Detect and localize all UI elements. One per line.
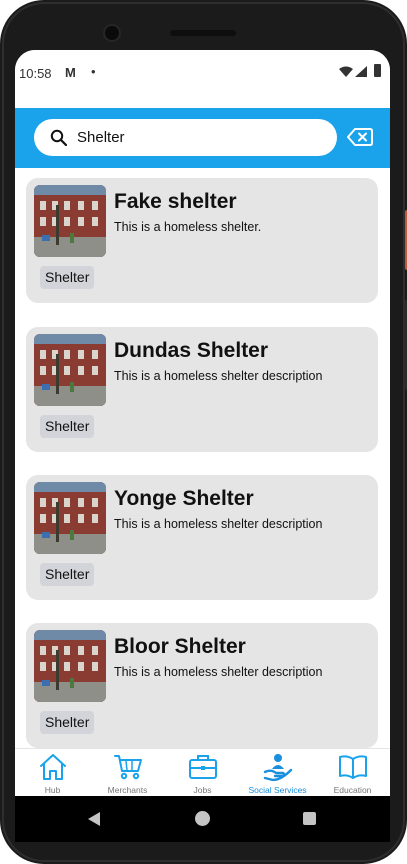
briefcase-icon xyxy=(188,755,217,779)
signal-icon xyxy=(355,66,367,77)
cart-icon xyxy=(113,755,142,780)
category-tag[interactable]: Shelter xyxy=(40,563,95,586)
category-tag[interactable]: Shelter xyxy=(40,711,95,734)
results-list: Fake shelter This is a homeless shelter.… xyxy=(15,168,390,748)
book-icon xyxy=(338,755,367,779)
result-description: This is a homeless shelter description xyxy=(114,665,323,679)
nav-tab-jobs[interactable]: Jobs xyxy=(165,749,240,796)
system-navigation-bar xyxy=(15,796,390,842)
nav-label: Hub xyxy=(44,785,61,795)
result-description: This is a homeless shelter. xyxy=(114,220,262,234)
nav-tab-education[interactable]: Education xyxy=(315,749,390,796)
result-title: Dundas Shelter xyxy=(114,339,269,362)
home-button[interactable] xyxy=(195,811,210,826)
clear-search-icon[interactable] xyxy=(347,127,373,147)
search-bar: Shelter xyxy=(15,108,390,168)
shelter-thumbnail xyxy=(34,334,106,406)
nav-label: Education xyxy=(333,785,372,795)
shelter-thumbnail xyxy=(34,630,106,702)
search-input[interactable]: Shelter xyxy=(34,119,337,156)
search-icon xyxy=(50,129,67,146)
social-services-icon xyxy=(263,754,292,781)
bottom-navigation: Hub Merchants Jobs Social Services Educa… xyxy=(15,748,390,796)
nav-tab-social-services[interactable]: Social Services xyxy=(240,749,315,796)
back-icon[interactable] xyxy=(87,811,101,827)
nav-tab-merchants[interactable]: Merchants xyxy=(90,749,165,796)
category-tag[interactable]: Shelter xyxy=(40,266,95,289)
recents-button[interactable] xyxy=(303,812,316,825)
result-title: Fake shelter xyxy=(114,190,237,213)
shelter-thumbnail xyxy=(34,185,106,257)
nav-tab-hub[interactable]: Hub xyxy=(15,749,90,796)
result-description: This is a homeless shelter description xyxy=(114,369,323,383)
home-icon xyxy=(39,754,66,780)
result-card[interactable]: Yonge Shelter This is a homeless shelter… xyxy=(26,475,378,600)
status-bar: 10:58 M • xyxy=(15,50,390,108)
shelter-thumbnail xyxy=(34,482,106,554)
wifi-icon xyxy=(339,66,353,77)
earpiece-speaker xyxy=(170,30,236,36)
app-screen: 10:58 M • Shelter Fake shelter This is a… xyxy=(15,50,390,796)
result-card[interactable]: Fake shelter This is a homeless shelter.… xyxy=(26,178,378,303)
result-title: Yonge Shelter xyxy=(114,487,254,510)
notification-dot: • xyxy=(91,64,96,79)
result-card[interactable]: Dundas Shelter This is a homeless shelte… xyxy=(26,327,378,452)
result-title: Bloor Shelter xyxy=(114,635,246,658)
status-time: 10:58 xyxy=(19,66,52,81)
battery-icon xyxy=(374,64,381,77)
category-tag[interactable]: Shelter xyxy=(40,415,95,438)
nav-label: Social Services xyxy=(248,785,307,795)
result-description: This is a homeless shelter description xyxy=(114,517,323,531)
gmail-notification-icon: M xyxy=(65,65,76,80)
result-card[interactable]: Bloor Shelter This is a homeless shelter… xyxy=(26,623,378,748)
nav-label: Jobs xyxy=(193,785,212,795)
search-value: Shelter xyxy=(77,129,125,146)
nav-label: Merchants xyxy=(107,785,148,795)
front-camera xyxy=(103,24,121,42)
